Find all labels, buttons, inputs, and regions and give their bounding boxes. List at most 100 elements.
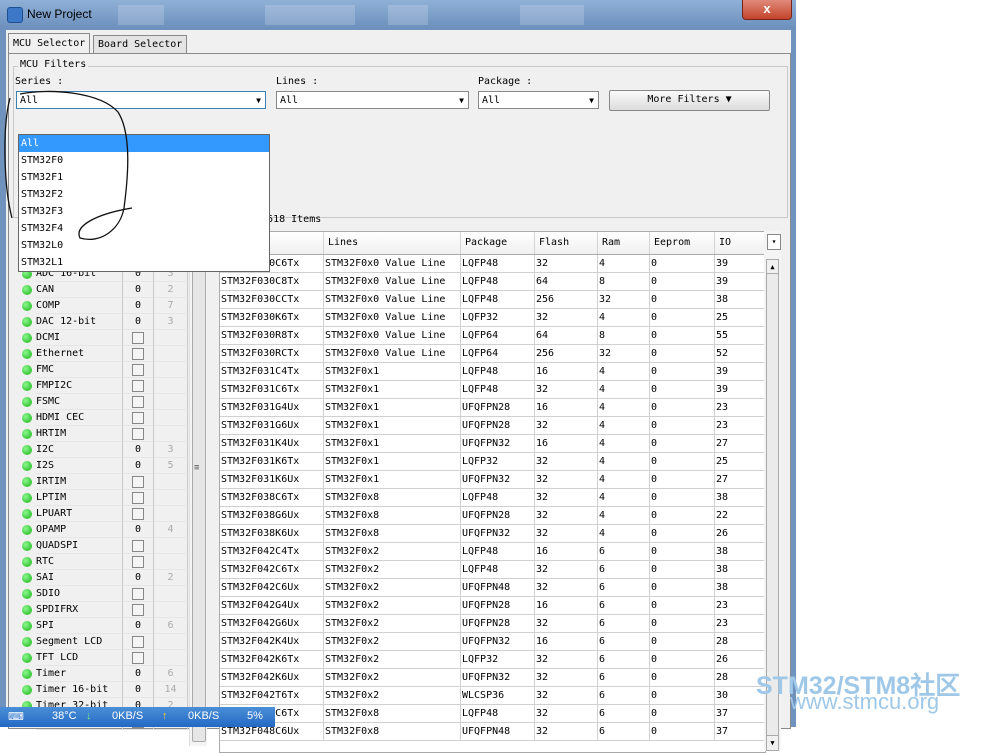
peripheral-count[interactable]	[123, 346, 154, 362]
peripheral-row[interactable]: HDMI CEC	[18, 410, 188, 426]
table-row[interactable]: STM32F030RCTx STM32F0x0 Value Line LQFP64 2…	[220, 345, 765, 363]
peripheral-count[interactable]	[123, 474, 154, 490]
peripheral-count[interactable]	[123, 602, 154, 618]
table-row[interactable]: STM32F031G6Ux STM32F0x1 UFQFPN28 32 4 0 23	[220, 417, 765, 435]
peripheral-count[interactable]	[123, 650, 154, 666]
peripheral-count[interactable]: 0	[123, 282, 154, 298]
table-row[interactable]: STM32F048C6Ux STM32F0x8 UFQFPN48 32 6 0 37	[220, 723, 765, 741]
title-bar[interactable]: New Project x	[0, 0, 796, 29]
table-row[interactable]: STM32F030C8Tx STM32F0x0 Value Line LQFP48 6…	[220, 273, 765, 291]
series-option[interactable]: All	[19, 135, 269, 152]
table-row[interactable]: STM32F042K6Ux STM32F0x2 UFQFPN32 32 6 0 28	[220, 669, 765, 687]
tab-mcu-selector[interactable]: MCU Selector	[8, 33, 91, 54]
peripheral-count[interactable]: 0	[123, 442, 154, 458]
peripheral-count[interactable]	[123, 506, 154, 522]
table-row[interactable]: STM32F038G6Ux STM32F0x8 UFQFPN28 32 4 0 22	[220, 507, 765, 525]
series-option[interactable]: STM32F3	[19, 203, 269, 220]
table-row[interactable]: STM32F030K6Tx STM32F0x0 Value Line LQFP32 3…	[220, 309, 765, 327]
column-header[interactable]: Flash	[535, 232, 598, 254]
peripheral-count[interactable]	[123, 586, 154, 602]
keyboard-icon[interactable]: ⌨	[8, 710, 24, 723]
peripheral-count[interactable]: 0	[123, 458, 154, 474]
peripheral-count[interactable]: 0	[123, 298, 154, 314]
column-header[interactable]: Ram	[598, 232, 650, 254]
table-row[interactable]: STM32F031C4Tx STM32F0x1 LQFP48 16 4 0 39	[220, 363, 765, 381]
peripheral-count[interactable]	[123, 394, 154, 410]
peripheral-row[interactable]: FSMC	[18, 394, 188, 410]
peripheral-count[interactable]	[123, 362, 154, 378]
peripheral-count[interactable]	[123, 490, 154, 506]
series-option[interactable]: STM32F2	[19, 186, 269, 203]
table-row[interactable]: STM32F042T6Tx STM32F0x2 WLCSP36 32 6 0 30	[220, 687, 765, 705]
series-option[interactable]: STM32L1	[19, 254, 269, 271]
table-row[interactable]: STM32F031G4Ux STM32F0x1 UFQFPN28 16 4 0 23	[220, 399, 765, 417]
peripheral-row[interactable]: Timer 0 6	[18, 666, 188, 682]
table-row[interactable]: STM32F038K6Ux STM32F0x8 UFQFPN32 32 4 0 26	[220, 525, 765, 543]
series-option[interactable]: STM32L0	[19, 237, 269, 254]
table-row[interactable]: STM32F042G4Ux STM32F0x2 UFQFPN28 16 6 0 23	[220, 597, 765, 615]
peripheral-count[interactable]	[123, 426, 154, 442]
scroll-down-icon[interactable]: ▼	[766, 735, 779, 751]
peripheral-row[interactable]: DAC 12-bit 0 3	[18, 314, 188, 330]
table-row[interactable]: STM32F042G6Ux STM32F0x2 UFQFPN28 32 6 0 23	[220, 615, 765, 633]
peripheral-count[interactable]	[123, 554, 154, 570]
table-row[interactable]: STM32F031K6Tx STM32F0x1 LQFP32 32 4 0 25	[220, 453, 765, 471]
column-header[interactable]: Package	[461, 232, 535, 254]
peripheral-row[interactable]: Segment LCD	[18, 634, 188, 650]
peripheral-row[interactable]: TFT LCD	[18, 650, 188, 666]
peripheral-count[interactable]	[123, 410, 154, 426]
table-row[interactable]: STM32F030R8Tx STM32F0x0 Value Line LQFP64 6…	[220, 327, 765, 345]
peripherals-scrollbar[interactable]	[189, 266, 207, 746]
peripheral-count[interactable]	[123, 538, 154, 554]
close-button[interactable]: x	[742, 0, 792, 20]
tab-board-selector[interactable]: Board Selector	[93, 35, 188, 53]
peripheral-row[interactable]: CAN 0 2	[18, 282, 188, 298]
table-row[interactable]: STM32F042K6Tx STM32F0x2 LQFP32 32 6 0 26	[220, 651, 765, 669]
peripheral-row[interactable]: FMC	[18, 362, 188, 378]
peripheral-count[interactable]: 0	[123, 314, 154, 330]
table-row[interactable]: STM32F042C6Ux STM32F0x2 UFQFPN48 32 6 0 38	[220, 579, 765, 597]
column-header[interactable]: Lines	[324, 232, 461, 254]
peripheral-row[interactable]: SPDIFRX	[18, 602, 188, 618]
column-header[interactable]: Eeprom	[650, 232, 715, 254]
lines-select[interactable]: All ▼	[276, 91, 469, 109]
table-row[interactable]: STM32F042K4Ux STM32F0x2 UFQFPN32 16 6 0 28	[220, 633, 765, 651]
peripheral-row[interactable]: OPAMP 0 4	[18, 522, 188, 538]
peripheral-row[interactable]: RTC	[18, 554, 188, 570]
table-row[interactable]: STM32F031K6Ux STM32F0x1 UFQFPN32 32 4 0 27	[220, 471, 765, 489]
series-option[interactable]: STM32F0	[19, 152, 269, 169]
table-row[interactable]: STM32F042C6Tx STM32F0x2 LQFP48 32 6 0 38	[220, 561, 765, 579]
splitter-grip-icon[interactable]: ≡	[194, 463, 199, 473]
peripheral-row[interactable]: Timer 16-bit 0 14	[18, 682, 188, 698]
peripheral-row[interactable]: LPUART	[18, 506, 188, 522]
table-row[interactable]: STM32F030CCTx STM32F0x0 Value Line LQFP48 2…	[220, 291, 765, 309]
peripheral-row[interactable]: SAI 0 2	[18, 570, 188, 586]
peripheral-row[interactable]: HRTIM	[18, 426, 188, 442]
series-option[interactable]: STM32F1	[19, 169, 269, 186]
peripheral-row[interactable]: SPI 0 6	[18, 618, 188, 634]
peripheral-count[interactable]	[123, 634, 154, 650]
peripheral-row[interactable]: LPTIM	[18, 490, 188, 506]
peripheral-count[interactable]: 0	[123, 618, 154, 634]
peripheral-row[interactable]: QUADSPI	[18, 538, 188, 554]
peripheral-count[interactable]	[123, 330, 154, 346]
peripheral-count[interactable]: 0	[123, 570, 154, 586]
more-filters-button[interactable]: More Filters ▼	[609, 90, 770, 111]
table-row[interactable]: STM32F030C6TxSTM32F0x0 Value LineLQFP483…	[220, 255, 765, 273]
peripheral-count[interactable]: 0	[123, 682, 154, 698]
peripheral-row[interactable]: I2C 0 3	[18, 442, 188, 458]
table-row[interactable]: STM32F031K4Ux STM32F0x1 UFQFPN32 16 4 0 27	[220, 435, 765, 453]
peripheral-count[interactable]	[123, 378, 154, 394]
series-select[interactable]: All ▼	[16, 91, 266, 109]
table-row[interactable]: STM32F031C6Tx STM32F0x1 LQFP48 32 4 0 39	[220, 381, 765, 399]
peripheral-row[interactable]: COMP 0 7	[18, 298, 188, 314]
series-option[interactable]: STM32F4	[19, 220, 269, 237]
table-row[interactable]: STM32F042C4Tx STM32F0x2 LQFP48 16 6 0 38	[220, 543, 765, 561]
column-header[interactable]: IO	[715, 232, 765, 254]
peripheral-count[interactable]: 0	[123, 522, 154, 538]
peripheral-row[interactable]: IRTIM	[18, 474, 188, 490]
peripheral-row[interactable]: SDIO	[18, 586, 188, 602]
table-row[interactable]: STM32F038C6Tx STM32F0x8 LQFP48 32 4 0 38	[220, 489, 765, 507]
peripheral-count[interactable]: 0	[123, 666, 154, 682]
column-chooser-icon[interactable]: ▾	[767, 234, 781, 250]
